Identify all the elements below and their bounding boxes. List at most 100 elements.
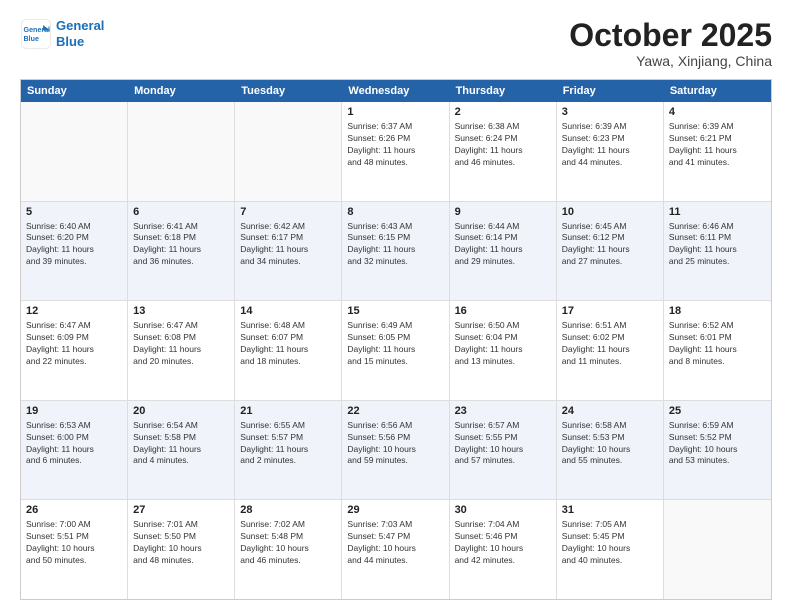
day-number-6: 6 <box>133 205 229 220</box>
day-number-10: 10 <box>562 205 658 220</box>
calendar-cell-r3-c0: 19Sunrise: 6:53 AM Sunset: 6:00 PM Dayli… <box>21 401 128 500</box>
day-number-19: 19 <box>26 404 122 419</box>
day-number-1: 1 <box>347 105 443 120</box>
cell-info-3: Sunrise: 6:39 AM Sunset: 6:23 PM Dayligh… <box>562 121 658 169</box>
cell-info-26: Sunrise: 7:00 AM Sunset: 5:51 PM Dayligh… <box>26 519 122 567</box>
title-block: October 2025 Yawa, Xinjiang, China <box>569 18 772 69</box>
day-number-12: 12 <box>26 304 122 319</box>
month-title: October 2025 <box>569 18 772 53</box>
day-number-13: 13 <box>133 304 229 319</box>
day-number-16: 16 <box>455 304 551 319</box>
cell-info-23: Sunrise: 6:57 AM Sunset: 5:55 PM Dayligh… <box>455 420 551 468</box>
day-number-18: 18 <box>669 304 766 319</box>
cell-info-28: Sunrise: 7:02 AM Sunset: 5:48 PM Dayligh… <box>240 519 336 567</box>
header-sunday: Sunday <box>21 80 128 102</box>
cell-info-11: Sunrise: 6:46 AM Sunset: 6:11 PM Dayligh… <box>669 221 766 269</box>
calendar: Sunday Monday Tuesday Wednesday Thursday… <box>20 79 772 600</box>
cell-info-15: Sunrise: 6:49 AM Sunset: 6:05 PM Dayligh… <box>347 320 443 368</box>
cell-info-19: Sunrise: 6:53 AM Sunset: 6:00 PM Dayligh… <box>26 420 122 468</box>
calendar-row-3: 19Sunrise: 6:53 AM Sunset: 6:00 PM Dayli… <box>21 400 771 500</box>
calendar-cell-r4-c4: 30Sunrise: 7:04 AM Sunset: 5:46 PM Dayli… <box>450 500 557 599</box>
cell-info-12: Sunrise: 6:47 AM Sunset: 6:09 PM Dayligh… <box>26 320 122 368</box>
logo: General Blue General Blue <box>20 18 104 50</box>
calendar-cell-r2-c4: 16Sunrise: 6:50 AM Sunset: 6:04 PM Dayli… <box>450 301 557 400</box>
calendar-cell-r4-c3: 29Sunrise: 7:03 AM Sunset: 5:47 PM Dayli… <box>342 500 449 599</box>
calendar-body: 1Sunrise: 6:37 AM Sunset: 6:26 PM Daylig… <box>21 102 771 599</box>
calendar-cell-r1-c4: 9Sunrise: 6:44 AM Sunset: 6:14 PM Daylig… <box>450 202 557 301</box>
day-number-7: 7 <box>240 205 336 220</box>
cell-info-20: Sunrise: 6:54 AM Sunset: 5:58 PM Dayligh… <box>133 420 229 468</box>
cell-info-2: Sunrise: 6:38 AM Sunset: 6:24 PM Dayligh… <box>455 121 551 169</box>
calendar-cell-r3-c3: 22Sunrise: 6:56 AM Sunset: 5:56 PM Dayli… <box>342 401 449 500</box>
header-tuesday: Tuesday <box>235 80 342 102</box>
header-saturday: Saturday <box>664 80 771 102</box>
calendar-cell-r2-c3: 15Sunrise: 6:49 AM Sunset: 6:05 PM Dayli… <box>342 301 449 400</box>
cell-info-1: Sunrise: 6:37 AM Sunset: 6:26 PM Dayligh… <box>347 121 443 169</box>
calendar-cell-r4-c1: 27Sunrise: 7:01 AM Sunset: 5:50 PM Dayli… <box>128 500 235 599</box>
calendar-cell-r0-c3: 1Sunrise: 6:37 AM Sunset: 6:26 PM Daylig… <box>342 102 449 201</box>
cell-info-21: Sunrise: 6:55 AM Sunset: 5:57 PM Dayligh… <box>240 420 336 468</box>
header-wednesday: Wednesday <box>342 80 449 102</box>
logo-text: General Blue <box>56 18 104 49</box>
cell-info-25: Sunrise: 6:59 AM Sunset: 5:52 PM Dayligh… <box>669 420 766 468</box>
day-number-8: 8 <box>347 205 443 220</box>
cell-info-31: Sunrise: 7:05 AM Sunset: 5:45 PM Dayligh… <box>562 519 658 567</box>
cell-info-13: Sunrise: 6:47 AM Sunset: 6:08 PM Dayligh… <box>133 320 229 368</box>
calendar-cell-r1-c0: 5Sunrise: 6:40 AM Sunset: 6:20 PM Daylig… <box>21 202 128 301</box>
calendar-cell-r0-c6: 4Sunrise: 6:39 AM Sunset: 6:21 PM Daylig… <box>664 102 771 201</box>
calendar-cell-r3-c2: 21Sunrise: 6:55 AM Sunset: 5:57 PM Dayli… <box>235 401 342 500</box>
header-monday: Monday <box>128 80 235 102</box>
calendar-cell-r3-c1: 20Sunrise: 6:54 AM Sunset: 5:58 PM Dayli… <box>128 401 235 500</box>
calendar-cell-r1-c6: 11Sunrise: 6:46 AM Sunset: 6:11 PM Dayli… <box>664 202 771 301</box>
day-number-31: 31 <box>562 503 658 518</box>
day-number-14: 14 <box>240 304 336 319</box>
day-number-30: 30 <box>455 503 551 518</box>
calendar-cell-r4-c5: 31Sunrise: 7:05 AM Sunset: 5:45 PM Dayli… <box>557 500 664 599</box>
day-number-17: 17 <box>562 304 658 319</box>
calendar-cell-r4-c0: 26Sunrise: 7:00 AM Sunset: 5:51 PM Dayli… <box>21 500 128 599</box>
calendar-cell-r2-c2: 14Sunrise: 6:48 AM Sunset: 6:07 PM Dayli… <box>235 301 342 400</box>
calendar-cell-r2-c1: 13Sunrise: 6:47 AM Sunset: 6:08 PM Dayli… <box>128 301 235 400</box>
logo-icon: General Blue <box>20 18 52 50</box>
day-number-15: 15 <box>347 304 443 319</box>
header-thursday: Thursday <box>450 80 557 102</box>
logo-blue: Blue <box>56 34 84 49</box>
header: General Blue General Blue October 2025 Y… <box>20 18 772 69</box>
cell-info-18: Sunrise: 6:52 AM Sunset: 6:01 PM Dayligh… <box>669 320 766 368</box>
cell-info-10: Sunrise: 6:45 AM Sunset: 6:12 PM Dayligh… <box>562 221 658 269</box>
day-number-23: 23 <box>455 404 551 419</box>
day-number-22: 22 <box>347 404 443 419</box>
day-number-29: 29 <box>347 503 443 518</box>
calendar-header: Sunday Monday Tuesday Wednesday Thursday… <box>21 80 771 102</box>
cell-info-9: Sunrise: 6:44 AM Sunset: 6:14 PM Dayligh… <box>455 221 551 269</box>
calendar-row-1: 5Sunrise: 6:40 AM Sunset: 6:20 PM Daylig… <box>21 201 771 301</box>
day-number-28: 28 <box>240 503 336 518</box>
calendar-cell-r1-c5: 10Sunrise: 6:45 AM Sunset: 6:12 PM Dayli… <box>557 202 664 301</box>
calendar-cell-r2-c5: 17Sunrise: 6:51 AM Sunset: 6:02 PM Dayli… <box>557 301 664 400</box>
calendar-cell-r0-c0 <box>21 102 128 201</box>
cell-info-17: Sunrise: 6:51 AM Sunset: 6:02 PM Dayligh… <box>562 320 658 368</box>
calendar-cell-r0-c5: 3Sunrise: 6:39 AM Sunset: 6:23 PM Daylig… <box>557 102 664 201</box>
calendar-cell-r2-c0: 12Sunrise: 6:47 AM Sunset: 6:09 PM Dayli… <box>21 301 128 400</box>
day-number-21: 21 <box>240 404 336 419</box>
calendar-cell-r4-c2: 28Sunrise: 7:02 AM Sunset: 5:48 PM Dayli… <box>235 500 342 599</box>
day-number-25: 25 <box>669 404 766 419</box>
calendar-cell-r2-c6: 18Sunrise: 6:52 AM Sunset: 6:01 PM Dayli… <box>664 301 771 400</box>
calendar-row-2: 12Sunrise: 6:47 AM Sunset: 6:09 PM Dayli… <box>21 300 771 400</box>
header-friday: Friday <box>557 80 664 102</box>
day-number-20: 20 <box>133 404 229 419</box>
cell-info-5: Sunrise: 6:40 AM Sunset: 6:20 PM Dayligh… <box>26 221 122 269</box>
day-number-9: 9 <box>455 205 551 220</box>
cell-info-27: Sunrise: 7:01 AM Sunset: 5:50 PM Dayligh… <box>133 519 229 567</box>
cell-info-7: Sunrise: 6:42 AM Sunset: 6:17 PM Dayligh… <box>240 221 336 269</box>
day-number-5: 5 <box>26 205 122 220</box>
location-subtitle: Yawa, Xinjiang, China <box>569 53 772 69</box>
day-number-11: 11 <box>669 205 766 220</box>
calendar-page: General Blue General Blue October 2025 Y… <box>0 0 792 612</box>
svg-text:Blue: Blue <box>24 35 39 43</box>
cell-info-24: Sunrise: 6:58 AM Sunset: 5:53 PM Dayligh… <box>562 420 658 468</box>
cell-info-4: Sunrise: 6:39 AM Sunset: 6:21 PM Dayligh… <box>669 121 766 169</box>
cell-info-8: Sunrise: 6:43 AM Sunset: 6:15 PM Dayligh… <box>347 221 443 269</box>
logo-general: General <box>56 18 104 33</box>
day-number-4: 4 <box>669 105 766 120</box>
